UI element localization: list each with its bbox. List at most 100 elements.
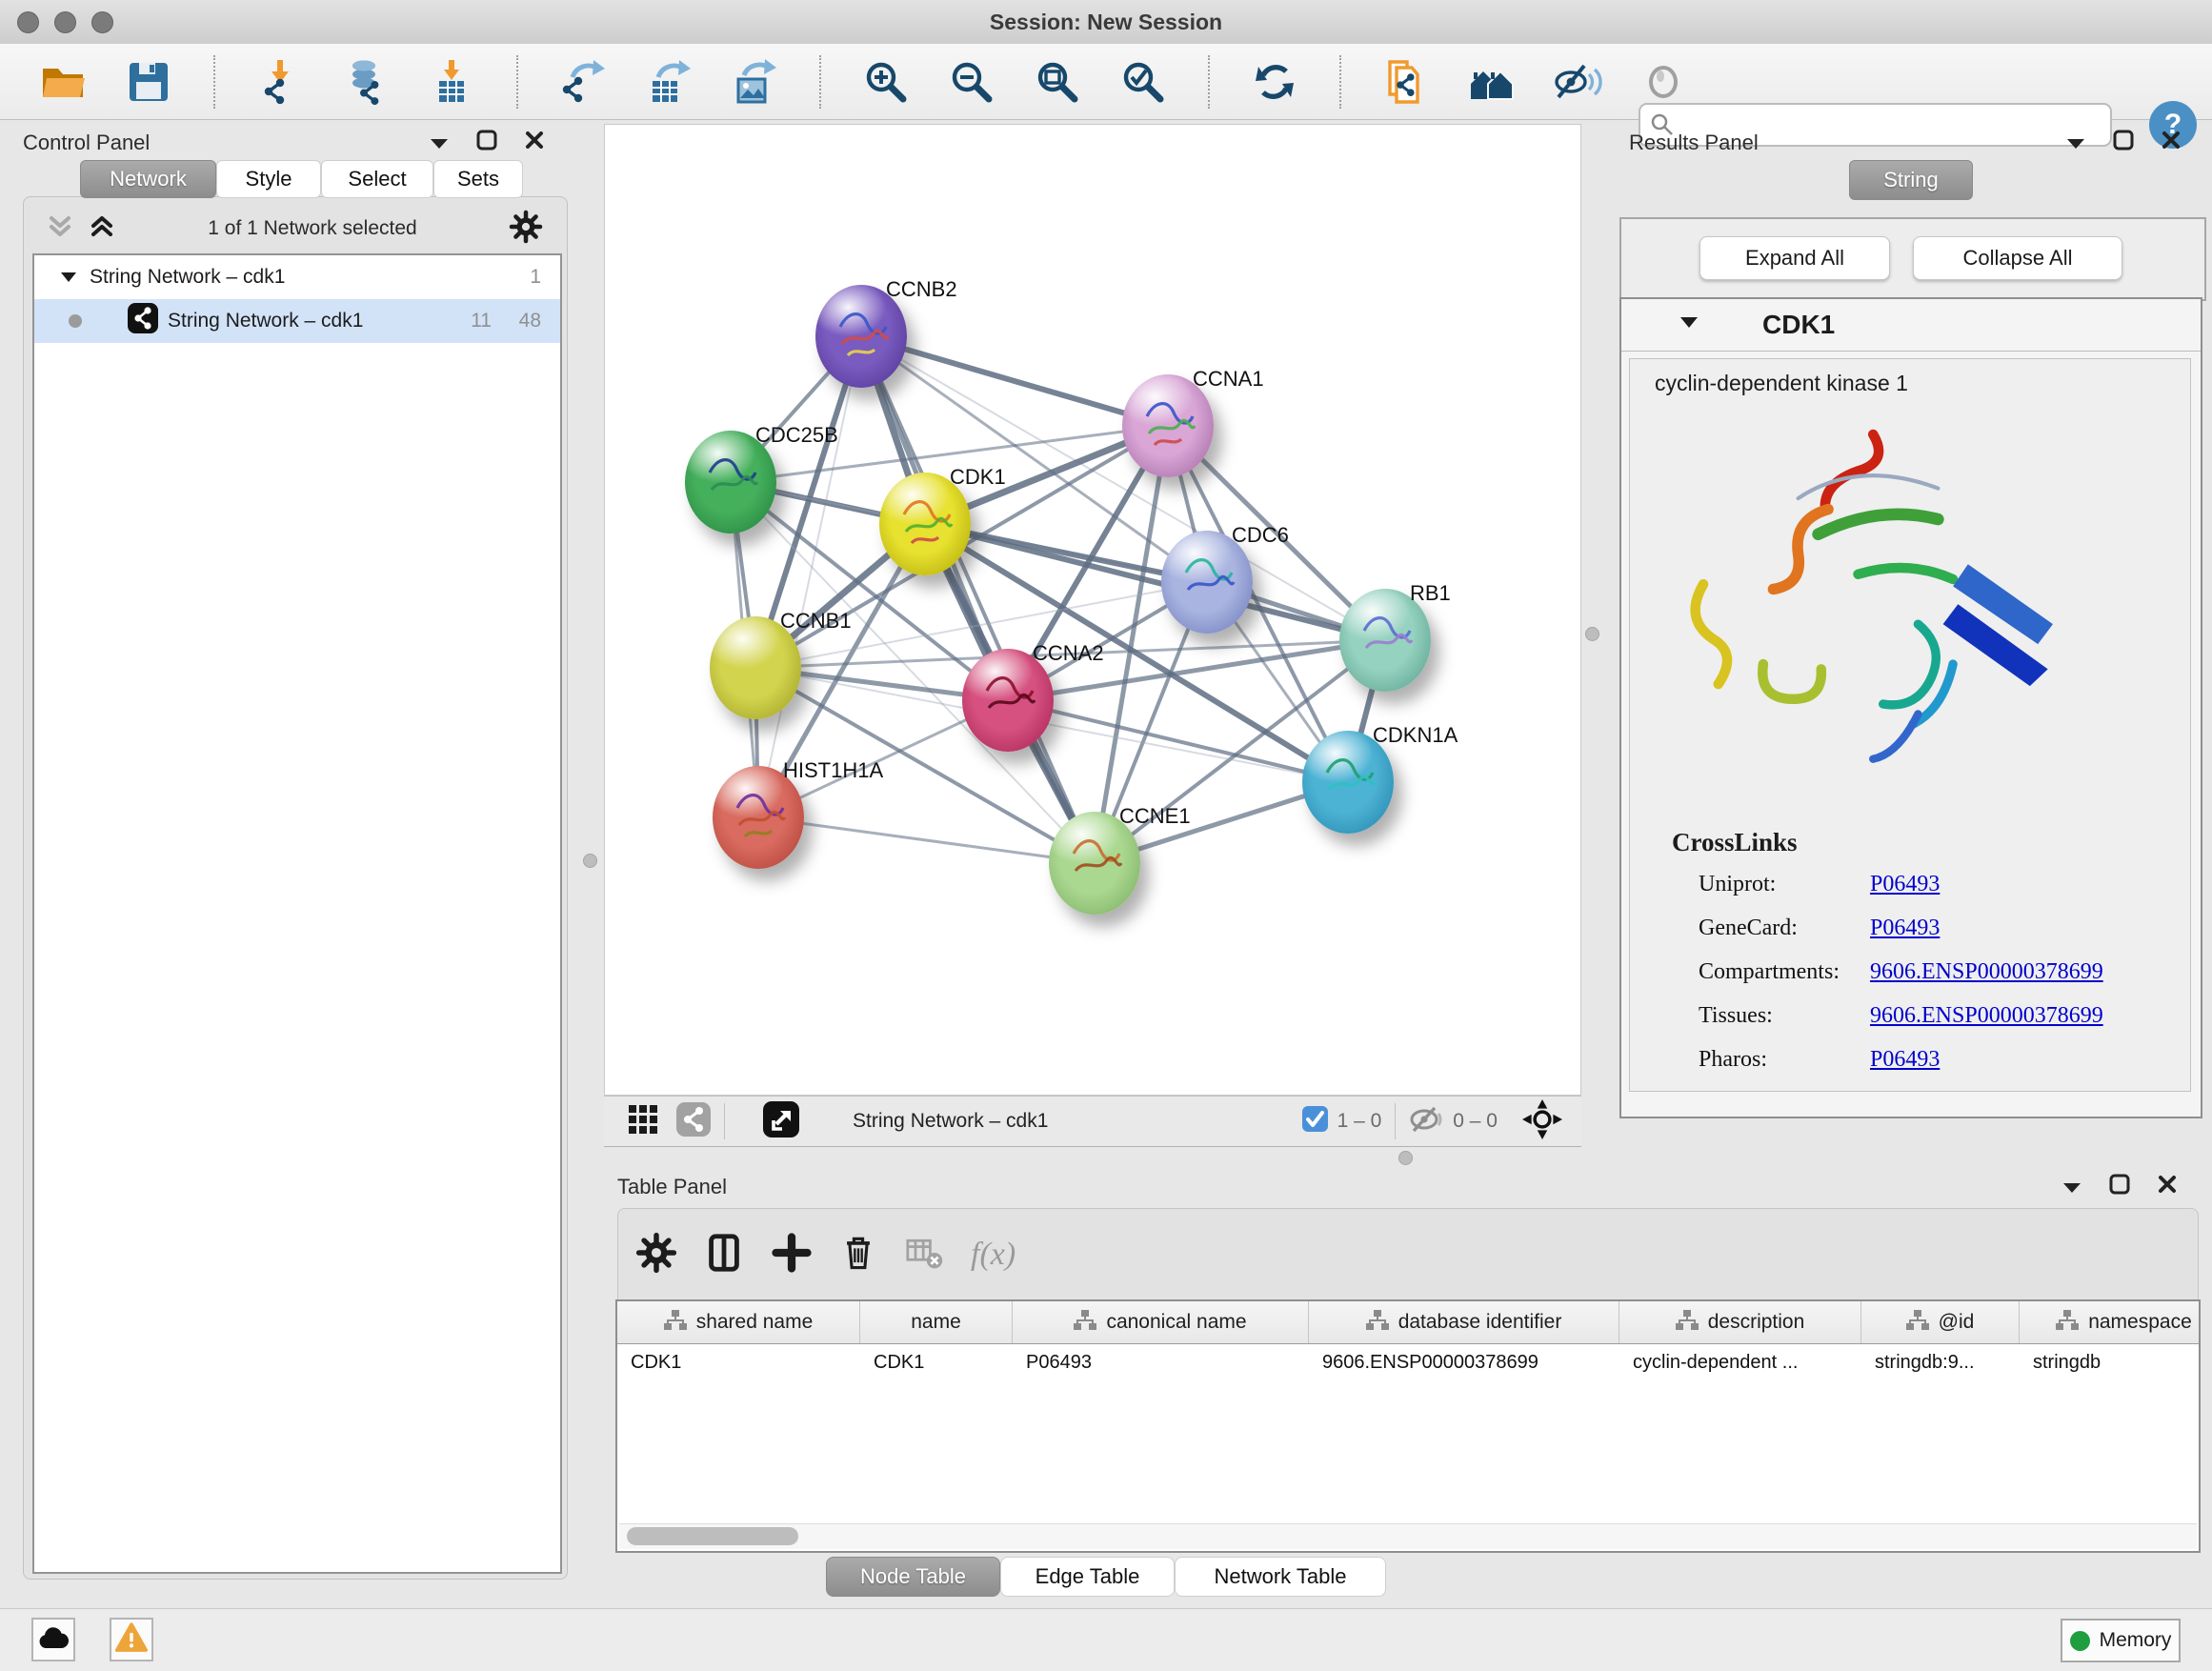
tab-style[interactable]: Style [216, 160, 321, 198]
crosslink-value-link[interactable]: P06493 [1870, 1047, 1940, 1073]
results-entry-header[interactable]: CDK1 [1621, 299, 2201, 352]
network-collection-label: String Network – cdk1 [90, 266, 285, 289]
collapse-all-networks-icon[interactable] [46, 212, 74, 246]
table-hscrollbar-thumb[interactable] [627, 1527, 798, 1545]
export-table-button[interactable] [642, 55, 695, 109]
panel-float-icon[interactable] [476, 130, 497, 156]
panel-menu-icon[interactable] [2061, 1175, 2082, 1199]
table-panel-title: Table Panel [617, 1175, 727, 1199]
export-network-button[interactable] [556, 55, 610, 109]
node-label-cdc6: CDC6 [1232, 523, 1289, 548]
folder-icon [39, 61, 87, 103]
control-panel-header: Control Panel [10, 124, 568, 162]
zoom-fit-button[interactable] [1031, 55, 1084, 109]
collapse-all-button[interactable]: Collapse All [1913, 236, 2122, 280]
panel-close-icon[interactable] [524, 130, 545, 156]
network-canvas[interactable]: CCNB2CCNA1CDC25BCDK1CDC6RB1CCNB1CCNA2CDK… [604, 124, 1581, 1096]
memory-button[interactable]: Memory [2061, 1619, 2181, 1662]
crosslink-value-link[interactable]: P06493 [1870, 916, 1940, 941]
crosslink-label: Compartments: [1699, 959, 1870, 985]
left-splitter-handle[interactable] [583, 854, 597, 868]
bottom-splitter-handle[interactable] [1398, 1151, 1413, 1165]
zoom-out-icon [949, 59, 995, 105]
import-network-file-button[interactable] [253, 55, 307, 109]
delete-column-icon[interactable] [837, 1232, 879, 1278]
network-tree-root-row[interactable]: String Network – cdk1 1 [34, 255, 560, 299]
refresh-button[interactable] [1248, 55, 1301, 109]
entry-collapse-icon[interactable] [1680, 316, 1698, 333]
shared-column-icon [664, 1310, 687, 1336]
crosslink-row: Uniprot:P06493 [1699, 862, 2175, 906]
tab-select[interactable]: Select [321, 160, 433, 198]
column-header-description[interactable]: description [1619, 1301, 1861, 1343]
open-session-button[interactable] [36, 55, 90, 109]
results-buttons-box: Expand All Collapse All [1619, 217, 2206, 301]
entry-description: cyclin-dependent kinase 1 [1655, 371, 1908, 396]
zoom-selected-button[interactable] [1116, 55, 1170, 109]
tab-network-table[interactable]: Network Table [1175, 1557, 1386, 1597]
column-header-label: database identifier [1398, 1311, 1562, 1334]
column-header-name[interactable]: name [860, 1301, 1013, 1343]
node-label-ccna1: CCNA1 [1193, 367, 1264, 392]
crosslink-value-link[interactable]: 9606.ENSP00000378699 [1870, 1003, 2103, 1029]
panel-close-icon[interactable] [2157, 1174, 2178, 1200]
panel-close-icon[interactable] [2161, 130, 2182, 156]
results-entry-box: CDK1 cyclin-dependent kinase 1 [1619, 297, 2202, 1118]
cloud-status-button[interactable] [31, 1618, 75, 1661]
column-header-databaseidentifier[interactable]: database identifier [1309, 1301, 1619, 1343]
string-home-button[interactable] [1465, 55, 1518, 109]
toolbar-separator [819, 55, 821, 109]
network-share-icon[interactable] [676, 1102, 711, 1141]
crosslink-value-link[interactable]: P06493 [1870, 872, 1940, 897]
window-title: Session: New Session [0, 10, 2212, 35]
panel-menu-icon[interactable] [429, 131, 450, 155]
column-header-canonicalname[interactable]: canonical name [1013, 1301, 1309, 1343]
network-tree-item-row[interactable]: String Network – cdk1 11 48 [34, 299, 560, 343]
column-header-id[interactable]: @id [1861, 1301, 2020, 1343]
zoom-out-button[interactable] [945, 55, 998, 109]
column-header-namespace[interactable]: namespace [2020, 1301, 2201, 1343]
add-column-icon[interactable] [771, 1232, 813, 1278]
export-table-icon [645, 58, 693, 106]
zoom-in-button[interactable] [859, 55, 913, 109]
hidden-eye-slash-icon[interactable] [1409, 1105, 1443, 1138]
export-image-button[interactable] [728, 55, 781, 109]
tab-node-table[interactable]: Node Table [826, 1557, 1000, 1597]
open-in-browser-icon[interactable] [763, 1101, 799, 1142]
crosslink-value-link[interactable]: 9606.ENSP00000378699 [1870, 959, 2103, 985]
application-window: Session: New Session ? Control Panel Net… [0, 0, 2212, 1671]
expand-all-networks-icon[interactable] [88, 212, 116, 246]
table-settings-gear-icon[interactable] [635, 1232, 677, 1278]
control-panel-tabs: NetworkStyleSelectSets [80, 160, 523, 198]
tab-network[interactable]: Network [80, 160, 216, 198]
show-graphics-details-button[interactable] [1637, 55, 1690, 109]
selected-checkbox-icon[interactable] [1302, 1106, 1328, 1137]
warnings-button[interactable] [110, 1618, 153, 1661]
network-options-gear-icon[interactable] [509, 210, 543, 249]
share-document-button[interactable] [1379, 55, 1433, 109]
right-splitter-handle[interactable] [1585, 627, 1599, 641]
tab-edge-table[interactable]: Edge Table [1000, 1557, 1175, 1597]
results-panel-title: Results Panel [1629, 131, 1759, 155]
expand-all-button[interactable]: Expand All [1699, 236, 1890, 280]
save-session-button[interactable] [122, 55, 175, 109]
node-label-cdc25b: CDC25B [755, 423, 838, 448]
panel-float-icon[interactable] [2109, 1174, 2130, 1200]
grid-view-icon[interactable] [627, 1103, 659, 1140]
column-header-sharedname[interactable]: shared name [617, 1301, 860, 1343]
tab-sets[interactable]: Sets [433, 160, 523, 198]
table-hscrollbar[interactable] [619, 1523, 2197, 1549]
panel-menu-icon[interactable] [2065, 131, 2086, 155]
tree-collapse-icon[interactable] [61, 266, 76, 289]
birdseye-view-icon[interactable] [1522, 1099, 1562, 1144]
table-row[interactable]: CDK1CDK1P064939606.ENSP00000378699cyclin… [617, 1344, 2199, 1374]
panel-float-icon[interactable] [2113, 130, 2134, 156]
import-network-database-button[interactable] [339, 55, 392, 109]
import-table-button[interactable] [425, 55, 478, 109]
crosslink-label: Pharos: [1699, 1047, 1870, 1073]
table-cell: CDK1 [617, 1344, 860, 1374]
show-columns-icon[interactable] [702, 1231, 746, 1279]
entry-gene-name: CDK1 [1762, 310, 1835, 340]
results-tab-string[interactable]: String [1849, 160, 1973, 200]
hide-graphics-details-button[interactable] [1551, 55, 1604, 109]
